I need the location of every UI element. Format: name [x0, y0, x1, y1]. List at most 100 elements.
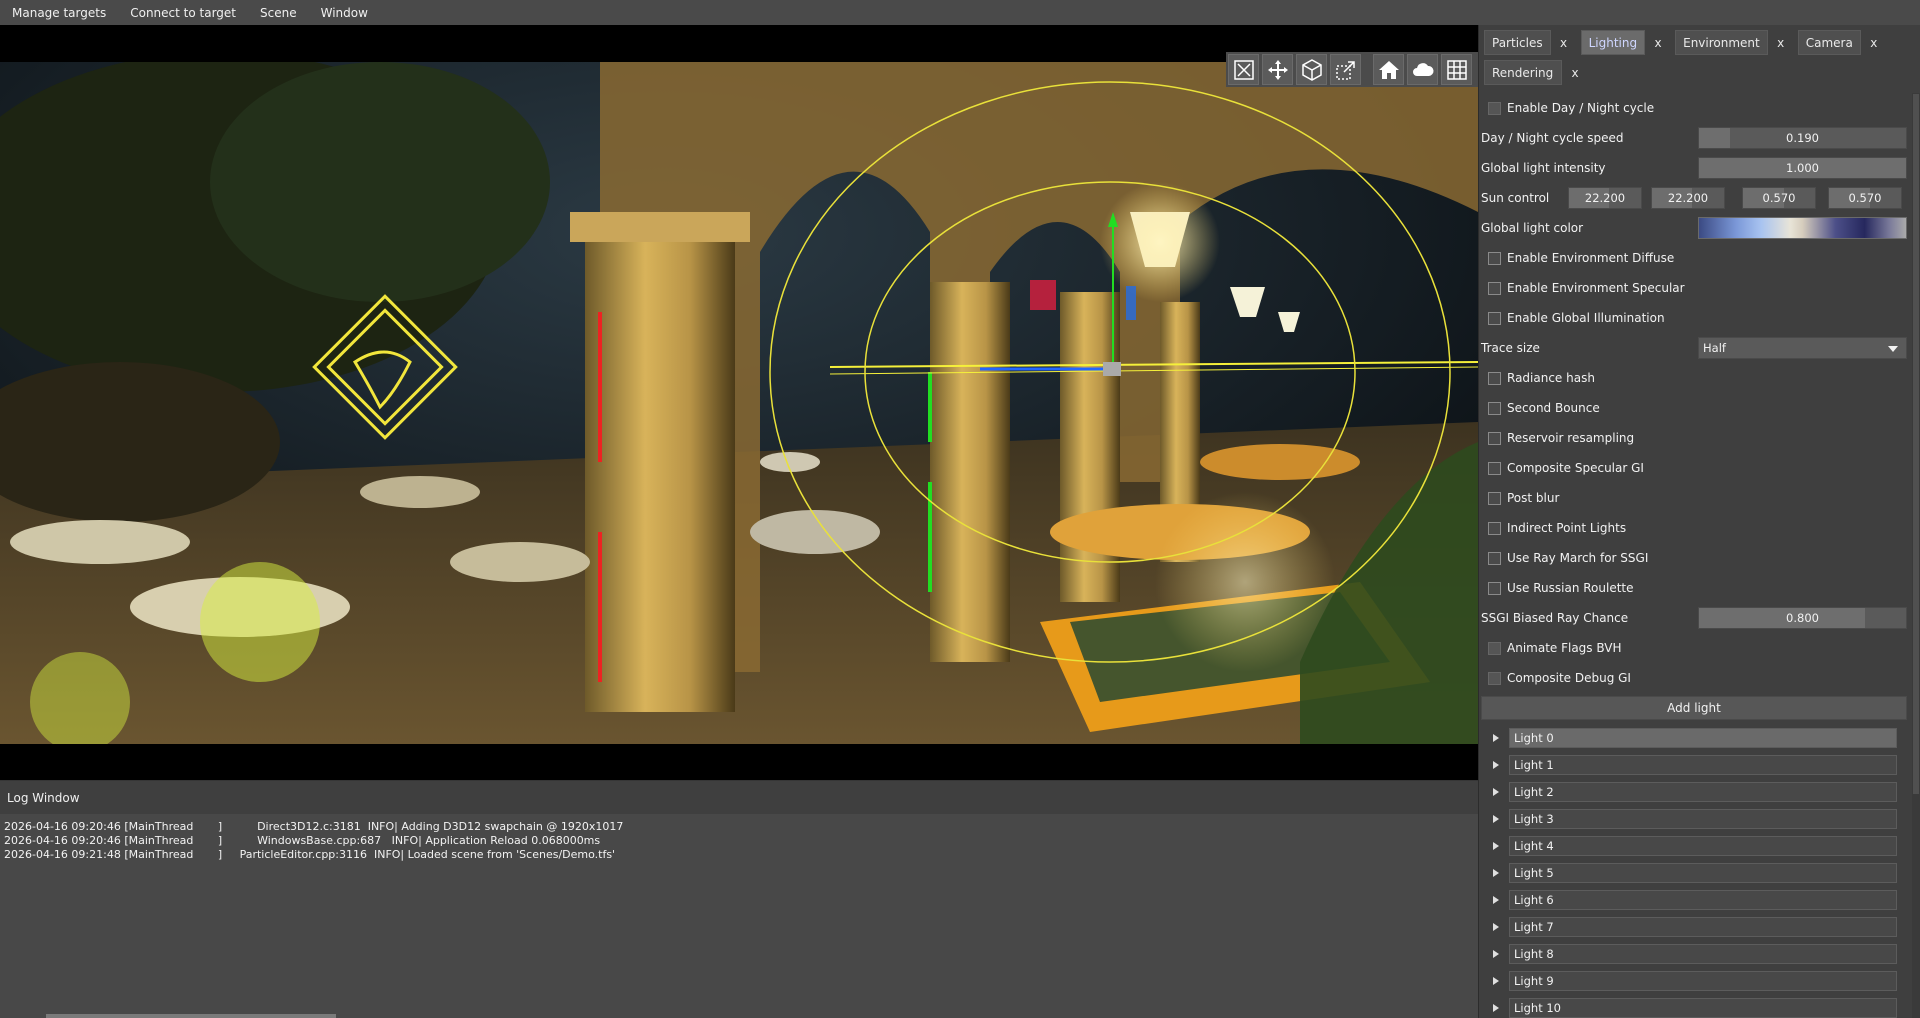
reservoir-row[interactable]: Reservoir resampling — [1481, 423, 1915, 453]
grid-button[interactable] — [1441, 54, 1472, 85]
light-item-label[interactable]: Light 6 — [1509, 889, 1897, 910]
animate-flags-checkbox[interactable] — [1488, 641, 1501, 655]
global-color-label: Global light color — [1481, 221, 1584, 235]
log-body[interactable]: 2026-04-16 09:20:46 [MainThread ] Direct… — [0, 814, 1478, 1018]
light-item-label[interactable]: Light 9 — [1509, 970, 1897, 991]
rotate-button[interactable] — [1296, 54, 1327, 85]
sun-control-x-slider[interactable]: 22.200 — [1568, 187, 1642, 209]
expand-arrow-icon[interactable] — [1493, 733, 1499, 742]
light-item[interactable]: Light 7 — [1481, 913, 1915, 940]
light-item-label[interactable]: Light 4 — [1509, 835, 1897, 856]
light-item[interactable]: Light 8 — [1481, 940, 1915, 967]
expand-arrow-icon[interactable] — [1493, 814, 1499, 823]
global-color-gradient[interactable] — [1698, 217, 1907, 239]
ray-march-row[interactable]: Use Ray March for SSGI — [1481, 543, 1915, 573]
sun-control-w-slider[interactable]: 0.570 — [1828, 187, 1902, 209]
expand-arrow-icon[interactable] — [1493, 841, 1499, 850]
reservoir-checkbox[interactable] — [1488, 431, 1501, 445]
panel-scrollbar-thumb[interactable] — [1913, 94, 1919, 794]
env-diffuse-checkbox[interactable] — [1488, 251, 1501, 265]
env-specular-row[interactable]: Enable Environment Specular — [1481, 273, 1915, 303]
second-bounce-row[interactable]: Second Bounce — [1481, 393, 1915, 423]
menu-window[interactable]: Window — [309, 6, 380, 20]
env-diffuse-row[interactable]: Enable Environment Diffuse — [1481, 243, 1915, 273]
close-tab-environment-button[interactable]: x — [1768, 30, 1794, 55]
light-item-label[interactable]: Light 3 — [1509, 808, 1897, 829]
day-night-speed-slider[interactable]: 0.190 — [1698, 127, 1907, 149]
menu-manage-targets[interactable]: Manage targets — [0, 6, 118, 20]
composite-spec-gi-row[interactable]: Composite Specular GI — [1481, 453, 1915, 483]
sun-control-y-slider[interactable]: 22.200 — [1651, 187, 1725, 209]
light-item[interactable]: Light 2 — [1481, 778, 1915, 805]
global-intensity-slider[interactable]: 1.000 — [1698, 157, 1907, 179]
composite-debug-row[interactable]: Composite Debug GI — [1481, 663, 1915, 693]
light-item[interactable]: Light 6 — [1481, 886, 1915, 913]
scale-button[interactable] — [1330, 54, 1361, 85]
translate-button[interactable] — [1262, 54, 1293, 85]
light-item-label[interactable]: Light 5 — [1509, 862, 1897, 883]
lights-list: Light 0 Light 1 Light 2 Light 3 Light 4 Light… — [1481, 724, 1915, 1018]
home-button[interactable] — [1373, 54, 1404, 85]
light-item[interactable]: Light 9 — [1481, 967, 1915, 994]
cloud-button[interactable] — [1407, 54, 1438, 85]
global-illum-checkbox[interactable] — [1488, 311, 1501, 325]
expand-arrow-icon[interactable] — [1493, 868, 1499, 877]
tab-rendering[interactable]: Rendering — [1484, 60, 1562, 85]
indirect-point-checkbox[interactable] — [1488, 521, 1501, 535]
russian-roulette-row[interactable]: Use Russian Roulette — [1481, 573, 1915, 603]
close-tab-particles-button[interactable]: x — [1551, 30, 1577, 55]
menu-scene[interactable]: Scene — [248, 6, 309, 20]
tab-camera[interactable]: Camera — [1797, 30, 1861, 55]
tab-environment[interactable]: Environment — [1675, 30, 1768, 55]
light-item[interactable]: Light 4 — [1481, 832, 1915, 859]
indirect-point-row[interactable]: Indirect Point Lights — [1481, 513, 1915, 543]
russian-roulette-checkbox[interactable] — [1488, 581, 1501, 595]
post-blur-row[interactable]: Post blur — [1481, 483, 1915, 513]
light-item[interactable]: Light 10 — [1481, 994, 1915, 1018]
expand-arrow-icon[interactable] — [1493, 787, 1499, 796]
ssgi-biased-slider[interactable]: 0.800 — [1698, 607, 1907, 629]
expand-arrow-icon[interactable] — [1493, 976, 1499, 985]
light-item[interactable]: Light 0 — [1481, 724, 1915, 751]
ray-march-checkbox[interactable] — [1488, 551, 1501, 565]
post-blur-checkbox[interactable] — [1488, 491, 1501, 505]
menu-connect-to-target[interactable]: Connect to target — [118, 6, 248, 20]
radiance-hash-checkbox[interactable] — [1488, 371, 1501, 385]
light-item-label[interactable]: Light 7 — [1509, 916, 1897, 937]
trace-size-select[interactable]: Half — [1698, 337, 1907, 359]
expand-arrow-icon[interactable] — [1493, 922, 1499, 931]
light-item[interactable]: Light 5 — [1481, 859, 1915, 886]
expand-arrow-icon[interactable] — [1493, 760, 1499, 769]
close-gizmo-button[interactable] — [1228, 54, 1259, 85]
composite-spec-gi-checkbox[interactable] — [1488, 461, 1501, 475]
sun-control-z-slider[interactable]: 0.570 — [1742, 187, 1816, 209]
light-item-label[interactable]: Light 0 — [1509, 727, 1897, 748]
expand-arrow-icon[interactable] — [1493, 949, 1499, 958]
light-item-label[interactable]: Light 8 — [1509, 943, 1897, 964]
close-tab-rendering-button[interactable]: x — [1562, 60, 1588, 85]
animate-flags-row[interactable]: Animate Flags BVH — [1481, 633, 1915, 663]
expand-arrow-icon[interactable] — [1493, 895, 1499, 904]
light-item-label[interactable]: Light 2 — [1509, 781, 1897, 802]
light-item-label[interactable]: Light 1 — [1509, 754, 1897, 775]
composite-spec-gi-label: Composite Specular GI — [1507, 461, 1644, 475]
scene-render[interactable] — [0, 62, 1478, 744]
expand-arrow-icon[interactable] — [1493, 1003, 1499, 1012]
radiance-hash-row[interactable]: Radiance hash — [1481, 363, 1915, 393]
light-item-label[interactable]: Light 10 — [1509, 997, 1897, 1018]
tab-particles[interactable]: Particles — [1484, 30, 1551, 55]
add-light-button[interactable]: Add light — [1481, 696, 1907, 720]
light-item[interactable]: Light 1 — [1481, 751, 1915, 778]
env-specular-checkbox[interactable] — [1488, 281, 1501, 295]
tab-lighting[interactable]: Lighting — [1580, 30, 1646, 55]
close-tab-lighting-button[interactable]: x — [1645, 30, 1671, 55]
enable-day-night-checkbox[interactable] — [1488, 101, 1501, 115]
light-item[interactable]: Light 3 — [1481, 805, 1915, 832]
second-bounce-checkbox[interactable] — [1488, 401, 1501, 415]
global-illum-row[interactable]: Enable Global Illumination — [1481, 303, 1915, 333]
enable-day-night-row[interactable]: Enable Day / Night cycle — [1481, 93, 1915, 123]
scene-viewport[interactable] — [0, 25, 1478, 780]
close-tab-camera-button[interactable]: x — [1861, 30, 1887, 55]
bottom-scroll-indicator[interactable] — [46, 1014, 336, 1018]
composite-debug-checkbox[interactable] — [1488, 671, 1501, 685]
